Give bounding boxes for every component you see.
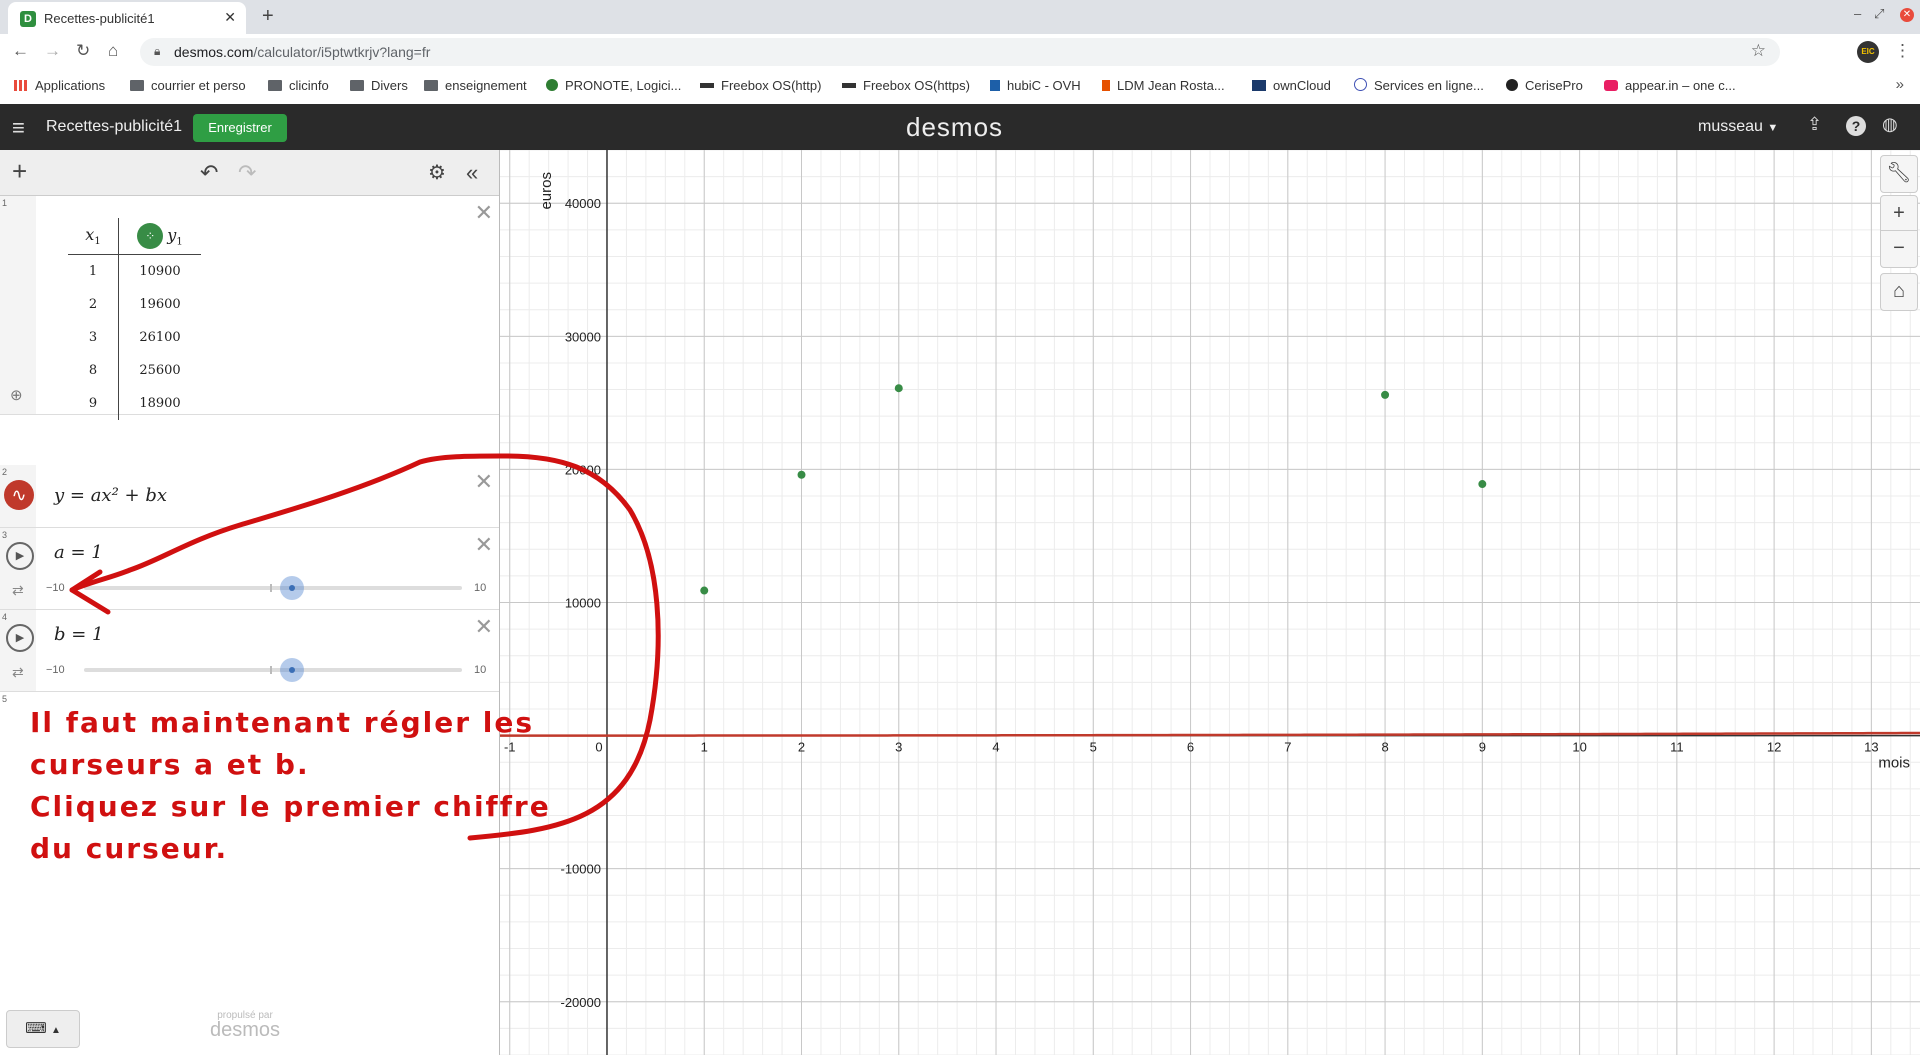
annotation-line: du curseur. [30, 832, 229, 865]
annotation-line: Cliquez sur le premier chiffre [30, 790, 551, 823]
annotation-line: curseurs a et b. [30, 748, 310, 781]
annotation-text: Il faut maintenant régler les curseurs a… [30, 702, 551, 870]
annotation-overlay [69, 453, 661, 841]
annotation-line: Il faut maintenant régler les [30, 706, 535, 739]
